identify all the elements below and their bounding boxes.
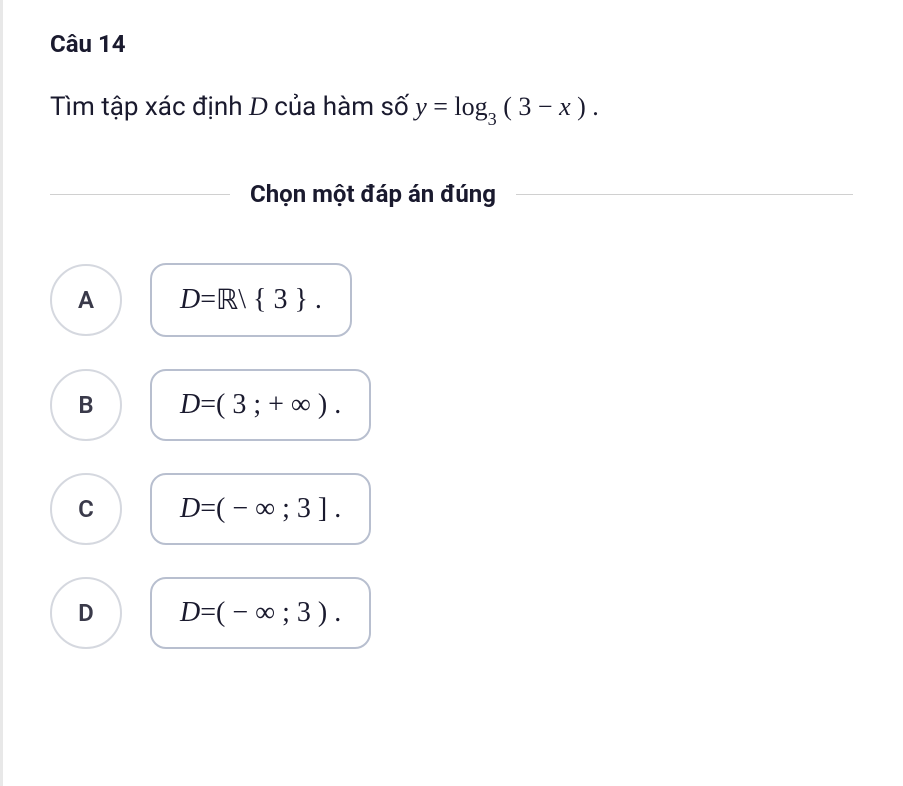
question-mid: của hàm số [268, 92, 415, 122]
option-b-row: B D = ( 3 ; + ∞ ) . [50, 369, 853, 441]
option-d-content[interactable]: D = ( − ∞ ; 3 ) . [150, 577, 371, 649]
formula-open: ( [497, 92, 519, 121]
opt-c-rest: ( − ∞ ; 3 ] . [216, 493, 341, 525]
option-d-row: D D = ( − ∞ ; 3 ) . [50, 577, 853, 649]
options-container: A D = ℝ \ { 3 } . B D = ( 3 ; + ∞ ) . C … [50, 263, 853, 649]
question-prefix: Tìm tập xác định [50, 92, 249, 122]
opt-d-rest: ( − ∞ ; 3 ) . [216, 597, 341, 629]
formula-eq: = [427, 92, 455, 121]
opt-b-rest: ( 3 ; + ∞ ) . [216, 389, 341, 421]
formula-x: x [559, 92, 571, 121]
opt-d-eq: = [200, 597, 216, 629]
opt-d-D: D [180, 597, 200, 629]
option-d-letter[interactable]: D [50, 577, 122, 649]
question-number: Câu 14 [50, 30, 853, 58]
instruction-text: Chọn một đáp án đúng [230, 180, 516, 208]
opt-a-rest: \ { 3 } . [238, 284, 322, 316]
opt-b-eq: = [200, 389, 216, 421]
opt-a-eq: = [200, 284, 216, 316]
instruction-row: Chọn một đáp án đúng [50, 180, 853, 208]
var-D: D [249, 92, 268, 121]
opt-c-eq: = [200, 493, 216, 525]
formula-log: log [454, 92, 487, 121]
formula-y: y [415, 92, 427, 121]
option-c-row: C D = ( − ∞ ; 3 ] . [50, 473, 853, 545]
option-c-content[interactable]: D = ( − ∞ ; 3 ] . [150, 473, 371, 545]
question-text: Tìm tập xác định D của hàm số y = log3 (… [50, 86, 853, 130]
formula-close: ) . [571, 92, 599, 121]
formula-base: 3 [488, 109, 497, 129]
divider-right [516, 194, 853, 195]
option-a-row: A D = ℝ \ { 3 } . [50, 263, 853, 337]
opt-c-D: D [180, 493, 200, 525]
opt-b-D: D [180, 389, 200, 421]
option-c-letter[interactable]: C [50, 473, 122, 545]
option-b-content[interactable]: D = ( 3 ; + ∞ ) . [150, 369, 371, 441]
option-a-content[interactable]: D = ℝ \ { 3 } . [150, 263, 352, 337]
opt-a-R: ℝ [216, 283, 238, 317]
option-a-letter[interactable]: A [50, 264, 122, 336]
formula-3: 3 [518, 92, 531, 121]
option-b-letter[interactable]: B [50, 369, 122, 441]
divider-left [50, 194, 230, 195]
opt-a-D: D [180, 284, 200, 316]
formula-minus: − [531, 92, 559, 121]
